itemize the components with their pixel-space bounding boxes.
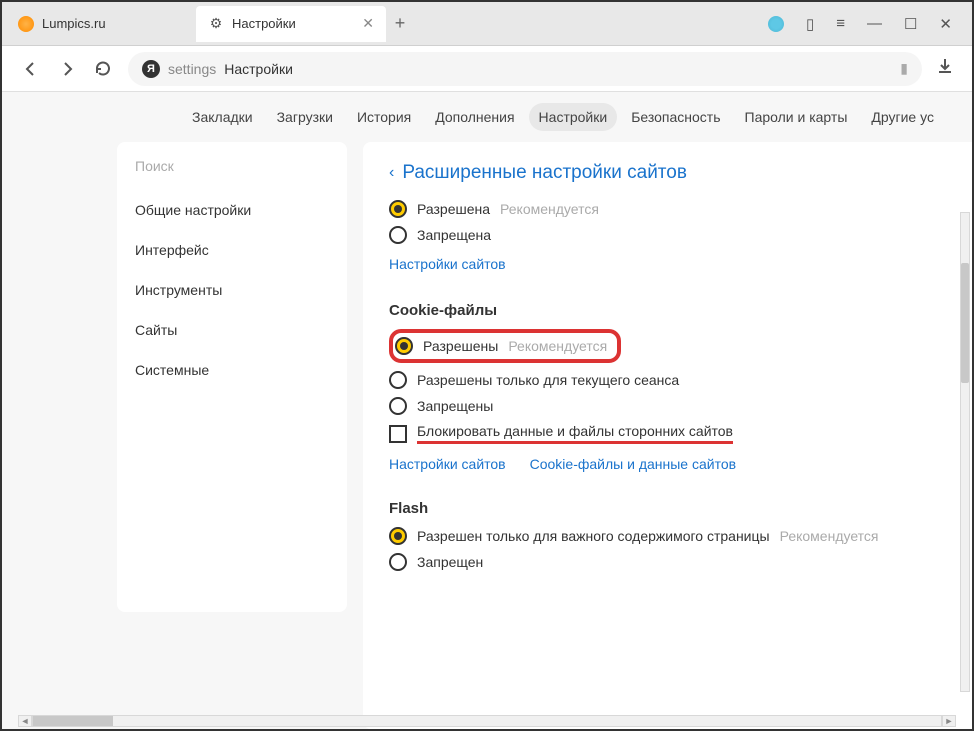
sidebar-sites[interactable]: Сайты xyxy=(117,310,347,350)
horizontal-scrollbar[interactable] xyxy=(32,715,942,727)
menu-icon[interactable]: ≡ xyxy=(836,15,845,32)
top-option-denied[interactable]: Запрещена xyxy=(389,226,946,244)
radio-hint: Рекомендуется xyxy=(780,528,879,544)
nav-settings[interactable]: Настройки xyxy=(529,103,618,131)
maximize-button[interactable]: ☐ xyxy=(904,15,917,33)
cookies-session[interactable]: Разрешены только для текущего сеанса xyxy=(389,371,946,389)
scroll-left-button[interactable]: ◄ xyxy=(18,715,32,727)
bookmark-icon[interactable]: ▮ xyxy=(900,60,908,77)
radio-label: Разрешены xyxy=(423,338,498,354)
radio-label: Запрещен xyxy=(417,554,483,570)
close-icon[interactable]: ✕ xyxy=(362,15,374,32)
top-option-allowed[interactable]: Разрешена Рекомендуется xyxy=(389,200,946,218)
checkbox-label: Блокировать данные и файлы сторонних сай… xyxy=(417,423,733,439)
search-input[interactable]: Поиск xyxy=(117,142,347,190)
underline-annotation: Блокировать данные и файлы сторонних сай… xyxy=(417,423,733,444)
panel-title-text: Расширенные настройки сайтов xyxy=(402,162,687,184)
address-bar[interactable]: Я settings Настройки ▮ xyxy=(128,52,922,86)
cookies-denied[interactable]: Запрещены xyxy=(389,397,946,415)
nav-services[interactable]: Другие ус xyxy=(861,103,944,131)
window-controls: ▯ ≡ — ☐ ✕ xyxy=(768,15,968,33)
radio-label: Разрешены только для текущего сеанса xyxy=(417,372,679,388)
radio-button[interactable] xyxy=(389,553,407,571)
reload-button[interactable] xyxy=(92,58,114,80)
nav-downloads[interactable]: Загрузки xyxy=(267,103,343,131)
sidebar-system[interactable]: Системные xyxy=(117,350,347,390)
tableau-icon[interactable]: ▯ xyxy=(806,15,814,33)
flash-denied[interactable]: Запрещен xyxy=(389,553,946,571)
chevron-left-icon: ‹ xyxy=(389,164,394,182)
orange-favicon xyxy=(18,16,34,32)
downloads-button[interactable] xyxy=(936,57,954,80)
address-title: Настройки xyxy=(224,61,293,77)
block-third-party[interactable]: Блокировать данные и файлы сторонних сай… xyxy=(389,423,946,444)
radio-hint: Рекомендуется xyxy=(500,201,599,217)
radio-button[interactable] xyxy=(389,226,407,244)
radio-button[interactable] xyxy=(389,397,407,415)
radio-label: Запрещены xyxy=(417,398,493,414)
link-site-settings[interactable]: Настройки сайтов xyxy=(389,456,506,472)
content-area: Закладки Загрузки История Дополнения Нас… xyxy=(2,92,972,729)
settings-panel: ‹ Расширенные настройки сайтов Разрешена… xyxy=(363,142,972,729)
scroll-right-button[interactable]: ► xyxy=(942,715,956,727)
nav-bookmarks[interactable]: Закладки xyxy=(182,103,263,131)
settings-sidebar: Поиск Общие настройки Интерфейс Инструме… xyxy=(117,142,347,612)
radio-label: Разрешен только для важного содержимого … xyxy=(417,528,770,544)
settings-top-nav: Закладки Загрузки История Дополнения Нас… xyxy=(2,92,972,142)
browser-window: Lumpics.ru ⚙ Настройки ✕ + ▯ ≡ — ☐ ✕ Я s… xyxy=(0,0,974,731)
scrollbar-thumb[interactable] xyxy=(33,716,113,726)
radio-button[interactable] xyxy=(389,371,407,389)
sidebar-interface[interactable]: Интерфейс xyxy=(117,230,347,270)
tab-strip: Lumpics.ru ⚙ Настройки ✕ + ▯ ≡ — ☐ ✕ xyxy=(2,2,972,46)
flash-heading: Flash xyxy=(389,500,946,517)
forward-button[interactable] xyxy=(56,58,78,80)
toolbar: Я settings Настройки ▮ xyxy=(2,46,972,92)
radio-label: Разрешена xyxy=(417,201,490,217)
nav-history[interactable]: История xyxy=(347,103,421,131)
nav-addons[interactable]: Дополнения xyxy=(425,103,524,131)
radio-button[interactable] xyxy=(395,337,413,355)
radio-hint: Рекомендуется xyxy=(508,338,607,354)
tab-title: Lumpics.ru xyxy=(42,16,106,31)
address-host: settings xyxy=(168,61,216,77)
radio-label: Запрещена xyxy=(417,227,491,243)
minimize-button[interactable]: — xyxy=(867,15,882,32)
radio-button[interactable] xyxy=(389,527,407,545)
close-button[interactable]: ✕ xyxy=(939,15,952,33)
alice-icon[interactable] xyxy=(768,16,784,32)
nav-security[interactable]: Безопасность xyxy=(621,103,730,131)
back-button[interactable] xyxy=(20,58,42,80)
main-row: Поиск Общие настройки Интерфейс Инструме… xyxy=(2,142,972,729)
link-cookie-data[interactable]: Cookie-файлы и данные сайтов xyxy=(530,456,736,472)
sidebar-general[interactable]: Общие настройки xyxy=(117,190,347,230)
cookies-links: Настройки сайтов Cookie-файлы и данные с… xyxy=(389,456,946,472)
radio-button[interactable] xyxy=(389,200,407,218)
new-tab-button[interactable]: + xyxy=(386,13,414,34)
sidebar-tools[interactable]: Инструменты xyxy=(117,270,347,310)
flash-important[interactable]: Разрешен только для важного содержимого … xyxy=(389,527,946,545)
yandex-icon: Я xyxy=(142,60,160,78)
tab-title: Настройки xyxy=(232,16,296,31)
tab-lumpics[interactable]: Lumpics.ru xyxy=(6,6,196,42)
gear-icon: ⚙ xyxy=(208,16,224,32)
scrollbar-thumb[interactable] xyxy=(961,263,969,383)
vertical-scrollbar[interactable] xyxy=(960,212,970,692)
panel-back-link[interactable]: ‹ Расширенные настройки сайтов xyxy=(389,162,946,184)
cookies-heading: Cookie-файлы xyxy=(389,302,946,319)
tab-settings[interactable]: ⚙ Настройки ✕ xyxy=(196,6,386,42)
checkbox[interactable] xyxy=(389,425,407,443)
nav-passwords[interactable]: Пароли и карты xyxy=(735,103,858,131)
highlight-annotation: Разрешены Рекомендуется xyxy=(389,329,621,363)
cookies-allowed[interactable]: Разрешены Рекомендуется xyxy=(395,337,607,355)
link-site-settings[interactable]: Настройки сайтов xyxy=(389,256,506,272)
